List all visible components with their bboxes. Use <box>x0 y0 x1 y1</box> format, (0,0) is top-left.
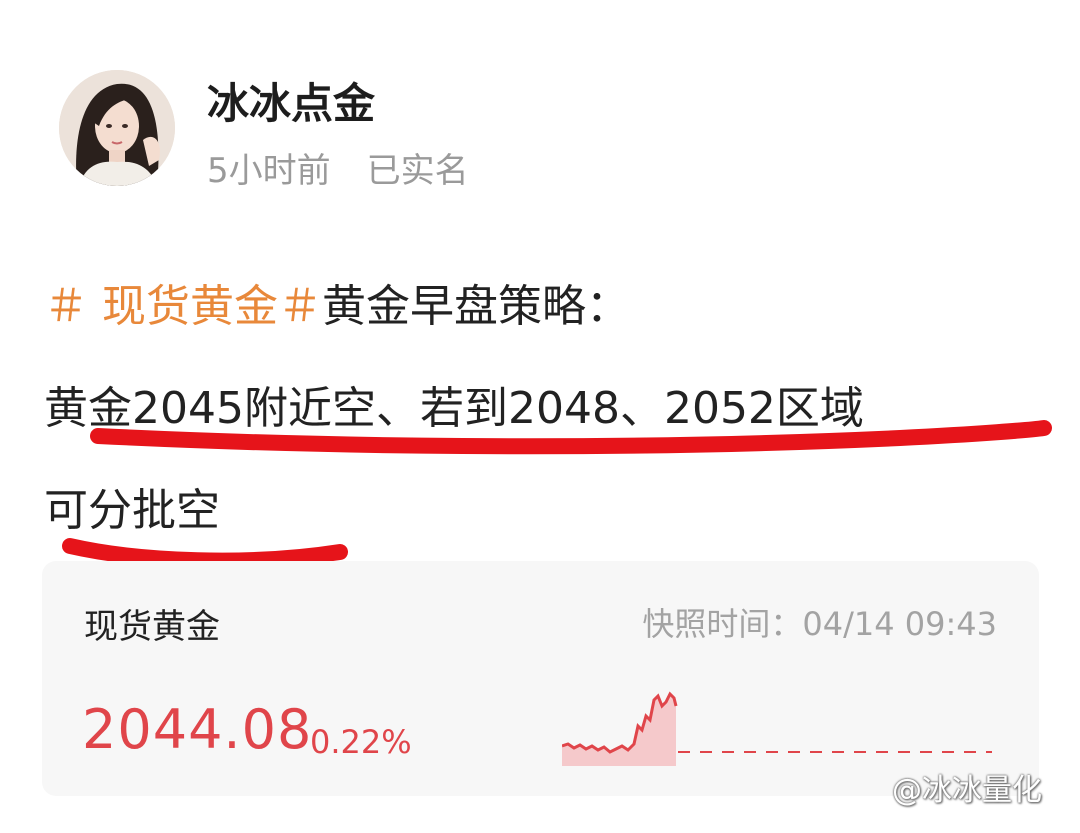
verified-badge: 已实名 <box>366 151 469 191</box>
post-meta: 5小时前 已实名 <box>207 143 469 192</box>
post-body: ＃ 现货黄金＃黄金早盘策略： 黄金2045附近空、若到2048、2052区域 可… <box>44 256 1044 562</box>
author-name[interactable]: 冰冰点金 <box>207 70 375 131</box>
watermark: @冰冰量化 <box>892 773 1042 808</box>
snapshot-label: 快照时间： <box>642 605 803 643</box>
quote-card[interactable]: 现货黄金 快照时间：04/14 09:43 2044.08 0.22% <box>42 561 1039 796</box>
post-title: 黄金早盘策略： <box>322 281 630 332</box>
quote-change: 0.22% <box>310 723 412 761</box>
snapshot-value: 04/14 09:43 <box>802 605 997 643</box>
snapshot-time: 快照时间：04/14 09:43 <box>642 599 997 645</box>
post-line-3: 可分批空 <box>44 485 220 536</box>
quote-name: 现货黄金 <box>84 607 220 647</box>
post-line-2: 黄金2045附近空、若到2048、2052区域 <box>44 383 864 434</box>
hashtag-link[interactable]: ＃ 现货黄金＃ <box>44 281 322 332</box>
post-time: 5小时前 <box>207 151 331 191</box>
quote-price: 2044.08 <box>82 698 313 761</box>
post-line-1: ＃ 现货黄金＃黄金早盘策略： <box>44 256 1044 358</box>
sparkline-chart <box>562 691 992 766</box>
sparkline-fill <box>562 694 676 766</box>
author-avatar[interactable] <box>59 70 175 186</box>
